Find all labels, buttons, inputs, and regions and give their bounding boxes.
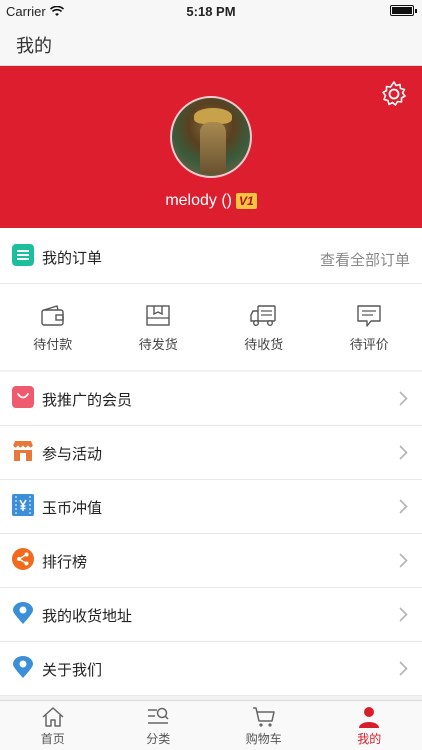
- order-status-pending-review[interactable]: 待评价: [317, 284, 422, 370]
- cart-icon: [252, 707, 275, 727]
- tab-label: 分类: [146, 732, 171, 746]
- my-orders-row[interactable]: 我的订单 查看全部订单: [0, 228, 422, 284]
- clock: 5:18 PM: [186, 4, 236, 19]
- menu-item-promoted-members[interactable]: 我推广的会员: [0, 372, 422, 426]
- menu-item-shipping-address[interactable]: 我的收货地址: [0, 588, 422, 642]
- comment-icon: [357, 305, 381, 327]
- order-status-label: 待评价: [349, 337, 389, 352]
- view-all-orders-link[interactable]: 查看全部订单: [320, 249, 410, 270]
- location-pin-icon: [13, 602, 33, 624]
- menu-item-leaderboard[interactable]: 排行榜: [0, 534, 422, 588]
- profile-header: melody () V1: [0, 66, 422, 228]
- my-orders-label: 我的订单: [42, 250, 103, 267]
- order-status-pending-shipment[interactable]: 待发货: [106, 284, 212, 370]
- order-status-label: 待收货: [244, 337, 284, 352]
- tab-cart[interactable]: 购物车: [211, 701, 317, 750]
- chevron-right-icon: [399, 553, 408, 568]
- gear-icon[interactable]: [380, 80, 408, 108]
- chevron-right-icon: [399, 607, 408, 622]
- wallet-icon: [41, 305, 64, 326]
- order-status-pending-receipt[interactable]: 待收货: [211, 284, 317, 370]
- user-icon: [359, 707, 380, 728]
- home-icon: [42, 707, 64, 727]
- username-row: melody () V1: [0, 192, 422, 210]
- tab-category[interactable]: 分类: [106, 701, 212, 750]
- chevron-right-icon: [399, 661, 408, 676]
- menu-item-label: 我的收货地址: [42, 608, 133, 625]
- menu-item-label: 排行榜: [42, 554, 88, 571]
- store-icon: [12, 441, 34, 461]
- package-icon: [146, 305, 170, 326]
- vip-badge: V1: [236, 193, 257, 209]
- menu-item-activities[interactable]: 参与活动: [0, 426, 422, 480]
- navigation-bar: 我的: [0, 22, 422, 66]
- menu-item-label: 玉币冲值: [42, 500, 103, 517]
- order-status-bar: 待付款 待发货 待收货 待评价: [0, 284, 422, 370]
- share-icon: [12, 548, 34, 570]
- list-icon: [12, 244, 34, 266]
- tab-bar: 首页 分类 购物车 我的: [0, 700, 422, 750]
- truck-icon: [250, 305, 276, 327]
- menu-list: 我推广的会员 参与活动 玉币冲值 排行榜 我的收货地址 关于我们: [0, 372, 422, 696]
- menu-item-label: 参与活动: [42, 446, 103, 463]
- order-status-label: 待付款: [33, 337, 73, 352]
- battery-icon: [390, 5, 417, 16]
- username: melody (): [165, 192, 232, 209]
- tab-label: 我的: [357, 732, 382, 746]
- shopping-bag-icon: [12, 386, 34, 408]
- chevron-right-icon: [399, 499, 408, 514]
- menu-item-about-us[interactable]: 关于我们: [0, 642, 422, 696]
- chevron-right-icon: [399, 445, 408, 460]
- category-search-icon: [148, 707, 169, 724]
- tab-mine[interactable]: 我的: [317, 701, 422, 750]
- tab-label: 购物车: [245, 732, 282, 746]
- yen-icon: [12, 494, 34, 516]
- status-bar: Carrier 5:18 PM: [0, 0, 422, 22]
- page-title: 我的: [16, 36, 52, 56]
- location-pin-icon: [13, 656, 33, 678]
- tab-home[interactable]: 首页: [0, 701, 106, 750]
- order-status-pending-payment[interactable]: 待付款: [0, 284, 106, 370]
- menu-item-label: 关于我们: [42, 662, 103, 679]
- menu-item-recharge[interactable]: 玉币冲值: [0, 480, 422, 534]
- menu-item-label: 我推广的会员: [42, 392, 133, 409]
- order-status-label: 待发货: [138, 337, 178, 352]
- chevron-right-icon: [399, 391, 408, 406]
- tab-label: 首页: [40, 732, 65, 746]
- avatar[interactable]: [170, 96, 252, 178]
